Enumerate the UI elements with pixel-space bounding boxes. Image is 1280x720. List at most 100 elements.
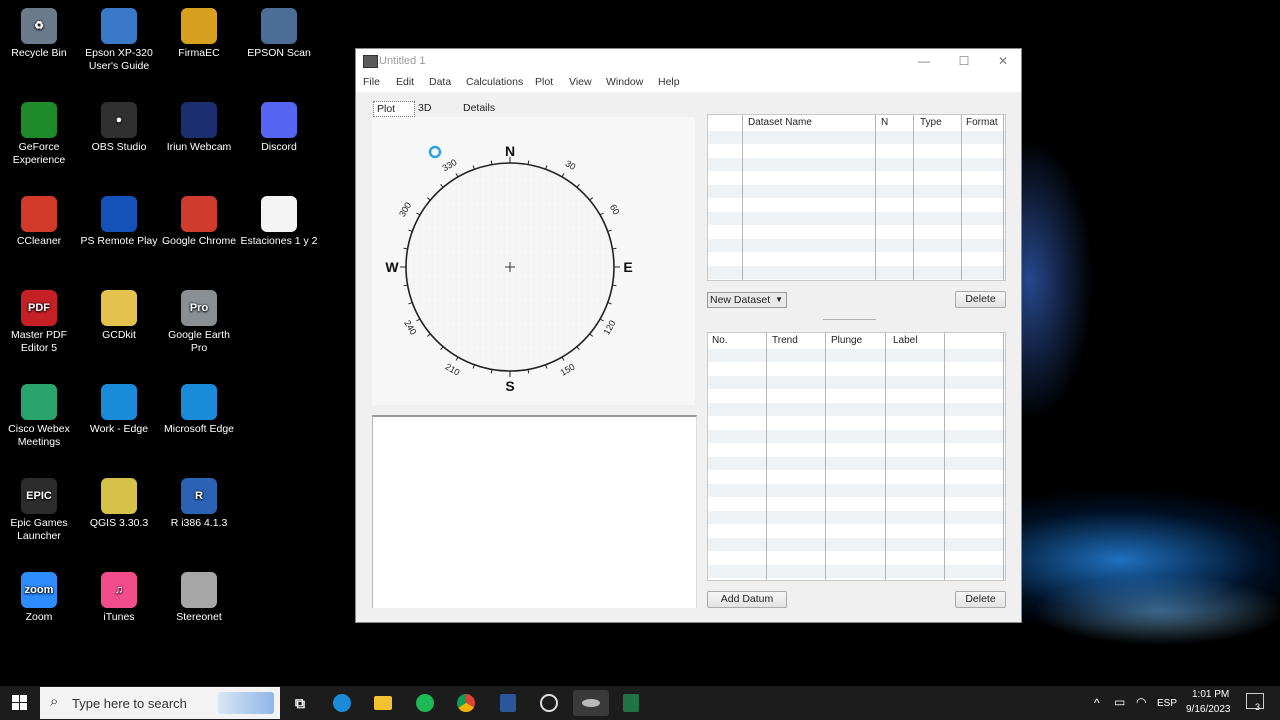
desktop-icon-r-i386-4-1-3[interactable]: R R i386 4.1.3	[159, 475, 239, 530]
desktop-icon-firmaec[interactable]: FirmaEC	[159, 5, 239, 60]
desktop-icon-zoom[interactable]: zoom Zoom	[0, 569, 79, 624]
degree-tick	[561, 356, 565, 361]
menu-view[interactable]: View	[569, 76, 592, 88]
search-box[interactable]: ⌕ Type here to search	[40, 687, 280, 719]
desktop-icon-work-edge[interactable]: Work - Edge	[79, 381, 159, 436]
table-row[interactable]	[708, 484, 1005, 497]
desktop-icon-stereonet[interactable]: Stereonet	[159, 569, 239, 624]
col-plunge[interactable]: Plunge	[831, 333, 862, 349]
menu-calculations[interactable]: Calculations	[466, 76, 523, 88]
table-row[interactable]	[708, 349, 1005, 362]
desktop-icon-label: Work - Edge	[89, 423, 149, 435]
new-dataset-dropdown[interactable]: New Dataset ▼	[707, 292, 787, 308]
col-type[interactable]: Type	[920, 115, 942, 131]
clock-date[interactable]: 9/16/2023	[1186, 704, 1231, 715]
search-highlight-icon	[218, 692, 274, 714]
col-label[interactable]: Label	[893, 333, 917, 349]
clock-time[interactable]: 1:01 PM	[1192, 689, 1229, 700]
network-icon[interactable]: ▭	[1114, 695, 1125, 709]
desktop-icon-qgis-3-30-3[interactable]: QGIS 3.30.3	[79, 475, 159, 530]
desktop-icon-microsoft-edge[interactable]: Microsoft Edge	[159, 381, 239, 436]
degree-tick	[576, 183, 580, 188]
desktop-icon-google-earth-pro[interactable]: Pro Google Earth Pro	[159, 287, 239, 355]
delete-dataset-button[interactable]: Delete	[955, 291, 1006, 308]
menu-file[interactable]: File	[363, 76, 380, 88]
table-row[interactable]	[708, 470, 1005, 484]
table-row[interactable]	[708, 457, 1005, 470]
col-trend[interactable]: Trend	[772, 333, 798, 349]
menu-edit[interactable]: Edit	[396, 76, 414, 88]
chrome-taskbar-icon[interactable]	[452, 690, 480, 716]
start-button[interactable]	[6, 690, 34, 716]
edge-taskbar-icon[interactable]	[328, 690, 356, 716]
wifi-icon[interactable]: ◠	[1136, 695, 1146, 709]
datum-table[interactable]: No. Trend Plunge Label	[707, 332, 1006, 581]
excel-icon[interactable]	[617, 690, 645, 716]
file-explorer-icon[interactable]	[369, 690, 397, 716]
splitter-handle[interactable]	[823, 319, 876, 320]
table-row[interactable]	[708, 362, 1005, 376]
task-view-icon[interactable]: ⧉	[286, 690, 314, 716]
desktop-icon-geforce-experience[interactable]: GeForce Experience	[0, 99, 79, 167]
desktop-icon-epson-xp-320-user-s-guide[interactable]: Epson XP-320 User's Guide	[79, 5, 159, 73]
minimize-icon[interactable]: —	[904, 52, 944, 70]
tab-details[interactable]: Details	[460, 101, 498, 115]
windows-icon	[12, 695, 27, 710]
table-row[interactable]	[708, 565, 1005, 578]
desktop-icon-epic-games-launcher[interactable]: EPIC Epic Games Launcher	[0, 475, 79, 543]
table-row[interactable]	[708, 430, 1005, 443]
col-dataset-name[interactable]: Dataset Name	[748, 115, 812, 131]
col-n[interactable]: N	[881, 115, 888, 131]
menu-plot[interactable]: Plot	[535, 76, 553, 88]
table-row[interactable]	[708, 416, 1005, 430]
degree-tick	[455, 173, 459, 178]
desktop-icon-discord[interactable]: Discord	[239, 99, 319, 154]
title-bar[interactable]: Untitled 1 — ☐ ✕	[356, 49, 1021, 73]
table-row[interactable]	[708, 403, 1005, 416]
table-row[interactable]	[708, 551, 1005, 565]
column-divider	[875, 115, 876, 280]
table-row[interactable]	[708, 389, 1005, 403]
window-title: Untitled 1	[379, 55, 426, 67]
table-row[interactable]	[708, 376, 1005, 389]
menu-window[interactable]: Window	[606, 76, 643, 88]
close-icon[interactable]: ✕	[983, 52, 1023, 70]
degree-tick	[403, 284, 408, 287]
word-icon[interactable]	[494, 690, 522, 716]
degree-tick	[426, 333, 431, 337]
table-row[interactable]	[708, 524, 1005, 538]
desktop-icon-epson-scan[interactable]: EPSON Scan	[239, 5, 319, 60]
desktop-icon-iriun-webcam[interactable]: Iriun Webcam	[159, 99, 239, 154]
table-row[interactable]	[708, 538, 1005, 551]
spotify-icon[interactable]	[411, 690, 439, 716]
desktop-icon-master-pdf-editor-5[interactable]: PDF Master PDF Editor 5	[0, 287, 79, 355]
add-datum-button[interactable]: Add Datum	[707, 591, 787, 608]
tab-plot[interactable]: Plot	[373, 101, 415, 117]
desktop-icon-itunes[interactable]: ♫ iTunes	[79, 569, 159, 624]
desktop-icon-ps-remote-play[interactable]: PS Remote Play	[79, 193, 159, 248]
stereonet-taskbar-icon[interactable]	[573, 690, 609, 716]
dataset-table[interactable]: Dataset Name N Type Format	[707, 114, 1006, 281]
col-no[interactable]: No.	[712, 333, 728, 349]
chevron-up-icon[interactable]: ^	[1094, 696, 1100, 710]
tab-3d-view[interactable]: 3D View	[415, 101, 444, 128]
desktop-icon-cisco-webex-meetings[interactable]: Cisco Webex Meetings	[0, 381, 79, 449]
col-format[interactable]: Format	[966, 115, 998, 131]
table-row[interactable]	[708, 443, 1005, 457]
maximize-icon[interactable]: ☐	[944, 52, 984, 70]
desktop-icon-gcdkit[interactable]: GCDkit	[79, 287, 159, 342]
table-row[interactable]	[708, 497, 1005, 511]
menu-help[interactable]: Help	[658, 76, 680, 88]
delete-datum-button[interactable]: Delete	[955, 591, 1006, 608]
desktop-icon-obs-studio[interactable]: ● OBS Studio	[79, 99, 159, 154]
language-indicator[interactable]: ESP	[1157, 698, 1177, 709]
table-row[interactable]	[708, 578, 1005, 580]
obs-taskbar-icon[interactable]	[535, 690, 563, 716]
desktop-icon-estaciones-1-y-2[interactable]: Estaciones 1 y 2	[239, 193, 319, 248]
menu-data[interactable]: Data	[429, 76, 451, 88]
desktop-icon-google-chrome[interactable]: Google Chrome	[159, 193, 239, 248]
stereonet-plot[interactable]: N E S W 30 60 120 150 210 240 300 330	[372, 117, 695, 405]
desktop-icon-ccleaner[interactable]: CCleaner	[0, 193, 79, 248]
desktop-icon-recycle-bin[interactable]: ♻ Recycle Bin	[0, 5, 79, 60]
table-row[interactable]	[708, 511, 1005, 524]
